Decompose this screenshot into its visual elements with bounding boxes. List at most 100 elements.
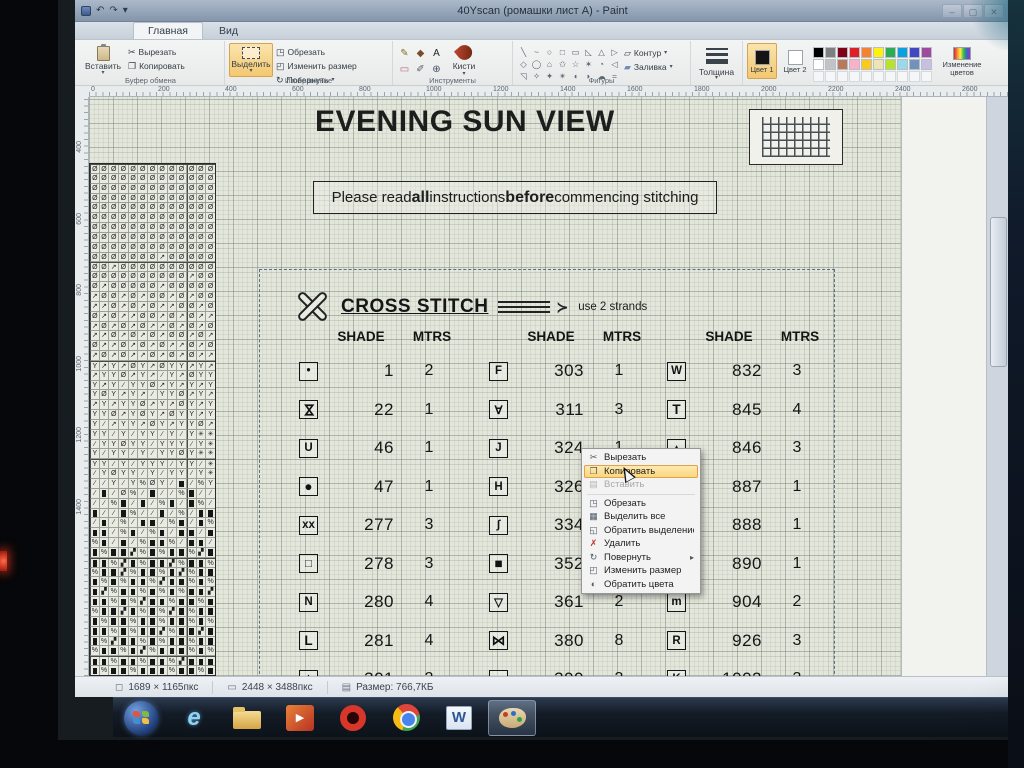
shape-icon[interactable]: ~ [530,46,543,58]
shape-icon[interactable]: ╲ [517,46,530,58]
vertical-scrollbar[interactable] [986,97,1010,676]
shape-icon[interactable]: ▭ [569,46,582,58]
shape-icon[interactable]: ◇ [517,58,530,70]
menu-item-rotate[interactable]: ↻ Повернуть ▸ [584,551,698,565]
shape-icon[interactable]: ○ [543,46,556,58]
palette-swatch-empty[interactable] [861,71,872,82]
shape-icon[interactable]: □ [556,46,569,58]
palette-swatch-empty[interactable] [885,71,896,82]
opera-icon[interactable] [329,700,377,736]
pattern-cell: Y [177,439,187,450]
palette-swatch[interactable] [873,47,884,58]
menu-item-crop[interactable]: ◳ Обрезать [584,497,698,511]
paste-button[interactable]: Вставить ▾ [81,43,125,77]
pattern-cell: ∕ [148,439,158,450]
color1-button[interactable]: Цвет 1 [747,43,777,79]
strands-note: use 2 strands [578,301,648,313]
internet-explorer-icon[interactable]: e [170,700,218,736]
eraser-icon[interactable]: ▭ [397,62,412,77]
menu-item-invert-selection[interactable]: ◱ Обратить выделение [584,524,698,538]
palette-swatch[interactable] [837,47,848,58]
pattern-cell: Y [128,469,139,479]
scrollbar-thumb[interactable] [990,217,1007,367]
pattern-cell: Ø [196,242,207,253]
outline-button[interactable]: ▱ Контур ▾ [624,47,673,59]
magnifier-icon[interactable]: ⊕ [429,62,444,77]
shape-icon[interactable]: ◁ [608,58,621,70]
shape-icon[interactable]: ✶ [582,58,595,70]
palette-swatch[interactable] [825,47,836,58]
palette-swatch[interactable] [909,47,920,58]
menu-item-copy[interactable]: ❐ Копировать [584,464,698,478]
palette-swatch[interactable] [921,47,932,58]
palette-swatch-empty[interactable] [837,71,848,82]
pattern-cell: Y [186,380,197,391]
fill-bucket-icon[interactable]: ◆ [413,46,428,61]
shape-icon[interactable]: ☆ [569,58,582,70]
pattern-cell: Ø [138,183,149,194]
menu-item-select-all[interactable]: ▦ Выделить все [584,510,698,524]
palette-swatch-empty[interactable] [849,71,860,82]
start-button[interactable] [117,700,165,736]
palette-swatch[interactable] [825,59,836,70]
text-icon[interactable]: A [429,46,444,61]
palette-swatch[interactable] [885,47,896,58]
menu-item-cut[interactable]: ✂ Вырезать [584,451,698,465]
palette-swatch-empty[interactable] [897,71,908,82]
pattern-cell: ↗ [99,301,110,312]
shape-icon[interactable]: ✩ [556,58,569,70]
color2-button[interactable]: Цвет 2 [780,43,810,79]
pattern-cell: Y [99,439,110,450]
palette-swatch[interactable] [861,47,872,58]
palette-swatch[interactable] [849,59,860,70]
palette-swatch[interactable] [837,59,848,70]
palette-swatch-empty[interactable] [921,71,932,82]
tab-view[interactable]: Вид [205,23,252,39]
color-picker-icon[interactable]: ✐ [413,62,428,77]
palette-swatch[interactable] [921,59,932,70]
media-player-icon[interactable]: ▶ [276,700,324,736]
pattern-row: ∕ ∕% ∕ ∕% ∕% [90,518,215,529]
palette-swatch[interactable] [813,47,824,58]
thickness-button[interactable]: Толщина ▾ [695,43,738,81]
palette-swatch-empty[interactable] [873,71,884,82]
palette-swatch[interactable] [813,59,824,70]
shape-icon[interactable]: △ [595,46,608,58]
palette-swatch-empty[interactable] [909,71,920,82]
pattern-cell: Ø [186,193,197,204]
shape-icon[interactable]: ◯ [530,58,543,70]
pencil-icon[interactable]: ✎ [397,46,412,61]
palette-swatch[interactable] [897,47,908,58]
shape-fill-button[interactable]: ▰ Заливка ▾ [624,61,673,73]
palette-swatch[interactable] [873,59,884,70]
shape-icon[interactable]: ▷ [608,46,621,58]
menu-item-invert-colors[interactable]: ◐ Обратить цвета [584,578,698,592]
shape-icon[interactable]: ⌂ [543,58,556,70]
paint-taskbar-icon[interactable] [488,699,536,736]
palette-swatch-empty[interactable] [825,71,836,82]
pattern-cell [128,646,139,657]
copy-button[interactable]: ❐ Копировать [128,60,185,72]
shape-icon[interactable]: ◺ [582,46,595,58]
palette-swatch-empty[interactable] [813,71,824,82]
crop-button[interactable]: ◳ Обрезать [276,46,357,58]
palette-swatch[interactable] [897,59,908,70]
brushes-button[interactable]: Кисти ▾ [447,41,481,77]
menu-item-delete[interactable]: ✗ Удалить [584,537,698,551]
palette-swatch[interactable] [849,47,860,58]
resize-button[interactable]: ◰ Изменить размер [276,60,357,72]
paint-canvas[interactable]: ØØØØØØØØØØØØØØØØØØØØØØØØØØØØØØØØØØØØØØØØ… [89,97,1010,676]
explorer-folder-icon[interactable] [223,700,271,736]
word-icon[interactable]: W [435,700,483,736]
menu-item-resize[interactable]: ◰ Изменить размер [584,564,698,578]
cut-button[interactable]: ✂ Вырезать [128,46,185,58]
tab-home[interactable]: Главная [133,22,203,39]
select-button[interactable]: Выделить ▾ [229,43,273,77]
palette-swatch[interactable] [909,59,920,70]
minimize-button[interactable]: ‒ [942,3,962,18]
palette-swatch[interactable] [861,59,872,70]
chrome-icon[interactable] [382,700,430,736]
shape-icon[interactable]: ◔ [595,58,608,70]
palette-swatch[interactable] [885,59,896,70]
pattern-cell: Ø [90,341,100,352]
